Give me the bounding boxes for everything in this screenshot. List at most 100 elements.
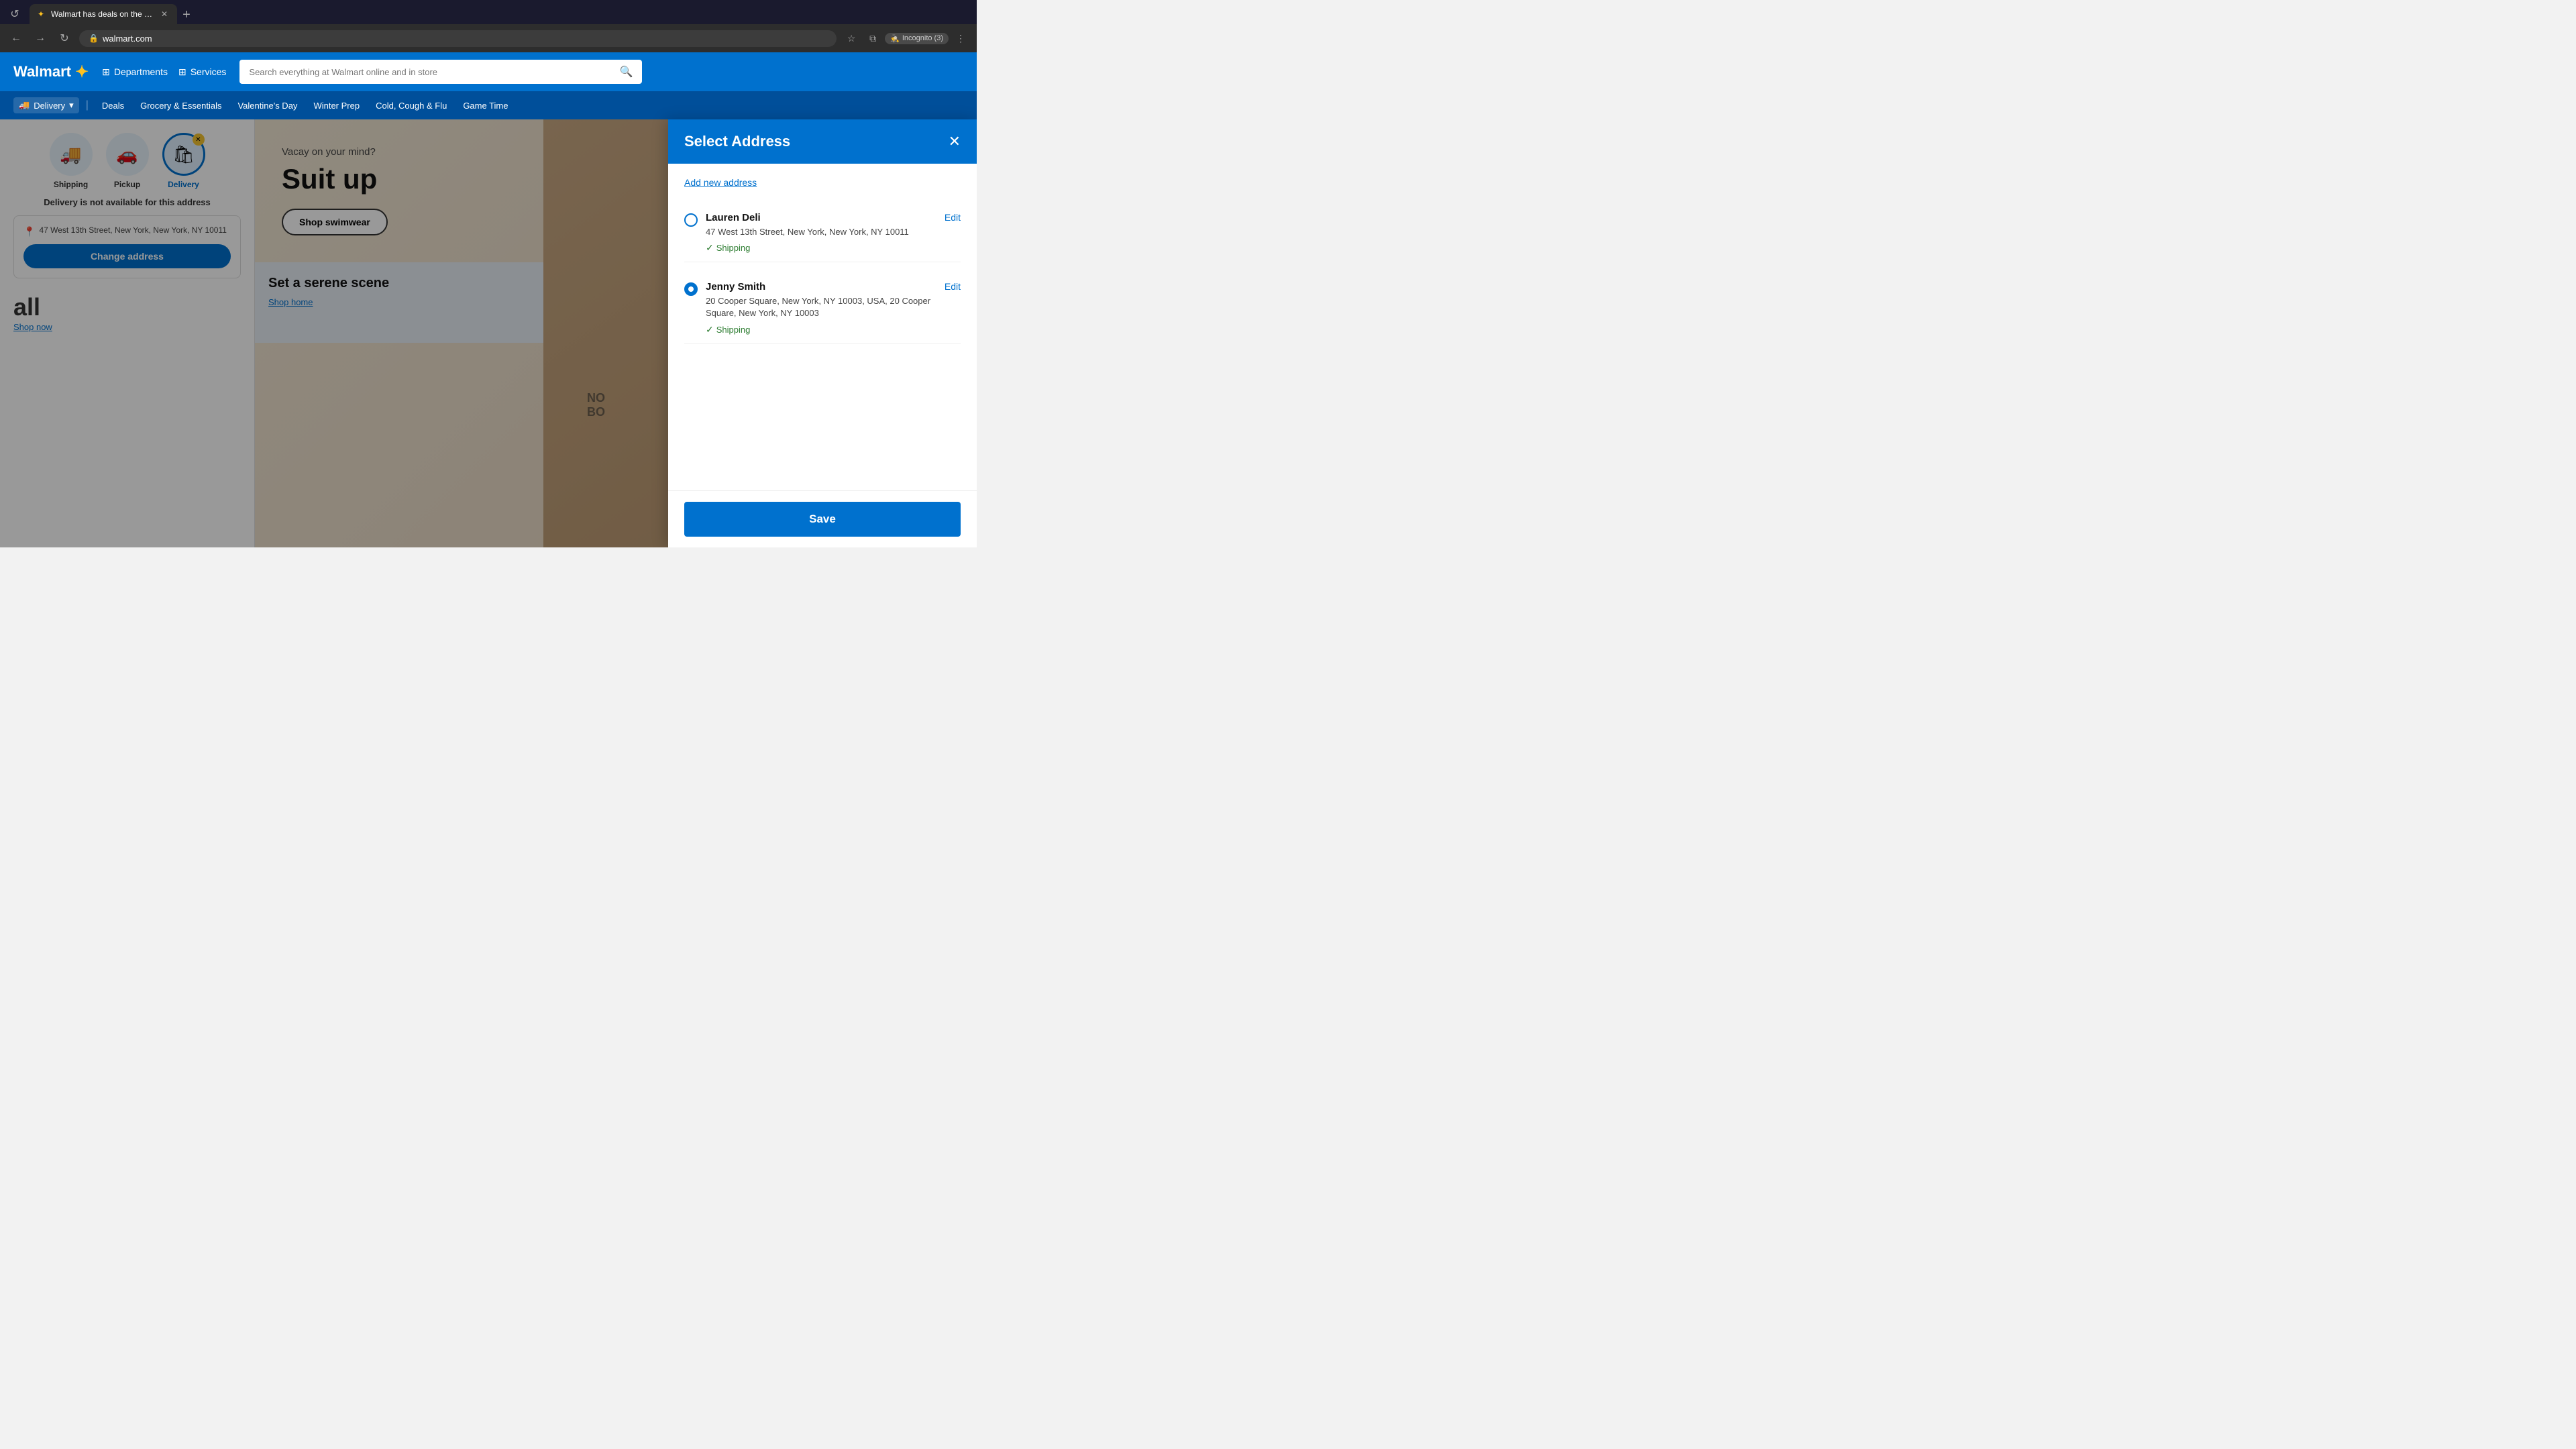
delivery-icons-row: 🚚 Shipping 🚗 Pickup 🛍 ✕ Delivery [50,133,205,189]
address-option-jenny: Jenny Smith 20 Cooper Square, New York, … [684,273,961,343]
walmart-nav: Walmart ✦ ⊞ Departments ⊞ Services 🔍 [0,52,977,119]
nobo-logo: NOBO [587,391,605,419]
address-shipping-jenny: ✓ Shipping [706,324,936,335]
address-street-jenny: 20 Cooper Square, New York, NY 10003, US… [706,295,936,319]
cold-cough-link[interactable]: Cold, Cough & Flu [369,98,453,113]
shop-all-heading: all [13,293,241,321]
check-icon-jenny: ✓ [706,324,714,335]
pickup-car-icon: 🚗 [116,144,138,165]
walmart-spark-icon: ✦ [75,62,89,82]
search-bar[interactable]: 🔍 [239,60,642,84]
check-icon-lauren: ✓ [706,242,714,254]
walmart-header: Walmart ✦ ⊞ Departments ⊞ Services 🔍 [0,52,977,91]
nav-divider: | [86,99,89,111]
incognito-label: Incognito (3) [902,34,943,42]
walmart-wordmark: Walmart [13,63,71,80]
left-bottom-content: all Shop now [13,293,241,333]
add-new-address-link[interactable]: Add new address [684,177,961,188]
forward-btn[interactable]: → [31,29,50,48]
tab-close-btn[interactable]: ✕ [160,8,169,20]
edit-lauren-link[interactable]: Edit [945,212,961,223]
delivery-warning: Delivery is not available for this addre… [44,197,211,207]
tab-group: ✦ Walmart has deals on the most... ✕ + [30,4,196,24]
services-nav[interactable]: ⊞ Services [178,66,226,78]
radio-lauren[interactable] [684,213,698,227]
tab-title: Walmart has deals on the most... [51,9,156,19]
current-address: 47 West 13th Street, New York, New York,… [39,225,227,235]
lock-icon: 🔒 [89,34,99,43]
walmart-logo[interactable]: Walmart ✦ [13,62,89,82]
panel-body: Add new address Lauren Deli 47 West 13th… [668,164,977,490]
reload-btn[interactable]: ↻ [55,29,74,48]
tab-back-btn[interactable]: ↺ [5,5,24,23]
split-view-btn[interactable]: ⧉ [863,29,882,48]
shipping-label-jenny: Shipping [716,325,751,335]
delivery-truck-icon: 🚚 [19,100,30,111]
address-box: 📍 47 West 13th Street, New York, New Yor… [13,215,241,278]
departments-nav[interactable]: ⊞ Departments [102,66,168,78]
game-time-link[interactable]: Game Time [456,98,515,113]
shipping-option[interactable]: 🚚 Shipping [50,133,93,189]
radio-jenny[interactable] [684,282,698,296]
url-text: walmart.com [103,34,152,44]
services-label: Services [191,66,227,77]
shop-swimwear-btn[interactable]: Shop swimwear [282,209,388,235]
more-btn[interactable]: ⋮ [951,29,970,48]
valentines-link[interactable]: Valentine's Day [231,98,304,113]
browser-chrome: ↺ ✦ Walmart has deals on the most... ✕ +… [0,0,977,52]
pin-icon: 📍 [23,226,35,237]
search-icon: 🔍 [619,65,633,78]
panel-header: Select Address ✕ [668,119,977,164]
incognito-badge: 🕵 Incognito (3) [885,33,949,44]
delivery-option[interactable]: 🛍 ✕ Delivery [162,133,205,189]
grocery-link[interactable]: Grocery & Essentials [133,98,228,113]
pickup-option[interactable]: 🚗 Pickup [106,133,149,189]
address-name-jenny: Jenny Smith [706,281,936,292]
departments-label: Departments [114,66,168,77]
address-street-lauren: 47 West 13th Street, New York, New York,… [706,226,936,238]
shipping-icon-circle: 🚚 [50,133,93,176]
delivery-selector-label: Delivery [34,101,65,111]
sub-nav: 🚚 Delivery ▾ | Deals Grocery & Essential… [0,91,977,119]
shipping-label: Shipping [54,180,88,189]
shipping-label-lauren: Shipping [716,243,751,253]
tab-favicon: ✦ [38,9,47,19]
delivery-bag-icon: 🛍 [172,144,195,165]
delivery-options-panel: 🚚 Shipping 🚗 Pickup 🛍 ✕ Delivery [0,119,255,547]
address-info-jenny: Jenny Smith 20 Cooper Square, New York, … [706,281,936,335]
browser-actions: ☆ ⧉ 🕵 Incognito (3) ⋮ [842,29,970,48]
back-btn[interactable]: ← [7,29,25,48]
services-grid-icon: ⊞ [178,66,186,78]
change-address-btn[interactable]: Change address [23,244,231,268]
delivery-icon-circle: 🛍 ✕ [162,133,205,176]
chevron-down-icon: ▾ [69,100,74,111]
departments-grid-icon: ⊞ [102,66,110,78]
delivery-selector[interactable]: 🚚 Delivery ▾ [13,97,79,113]
delivery-label: Delivery [168,180,199,189]
header-nav: ⊞ Departments ⊞ Services [102,66,226,78]
incognito-icon: 🕵 [890,34,900,43]
edit-jenny-link[interactable]: Edit [945,281,961,292]
panel-close-btn[interactable]: ✕ [949,134,961,149]
search-input[interactable] [249,67,614,77]
save-btn[interactable]: Save [684,502,961,537]
shop-now-link[interactable]: Shop now [13,322,52,332]
new-tab-btn[interactable]: + [177,5,196,24]
tab-navigation: ↺ [5,5,24,23]
deals-link[interactable]: Deals [95,98,131,113]
winter-prep-link[interactable]: Winter Prep [307,98,366,113]
pickup-icon-circle: 🚗 [106,133,149,176]
active-tab[interactable]: ✦ Walmart has deals on the most... ✕ [30,4,177,24]
shop-home-link[interactable]: Shop home [268,297,313,307]
address-bar-row: ← → ↻ 🔒 walmart.com ☆ ⧉ 🕵 Incognito (3) … [0,24,977,52]
panel-footer: Save [668,490,977,547]
bookmark-btn[interactable]: ☆ [842,29,861,48]
content-area: 🚚 Shipping 🚗 Pickup 🛍 ✕ Delivery [0,119,977,547]
address-name-lauren: Lauren Deli [706,212,936,223]
address-bar[interactable]: 🔒 walmart.com [79,30,837,47]
address-option-lauren: Lauren Deli 47 West 13th Street, New Yor… [684,204,961,262]
page-content: Walmart ✦ ⊞ Departments ⊞ Services 🔍 [0,52,977,547]
shipping-truck-icon: 🚚 [60,144,81,165]
panel-title: Select Address [684,133,790,150]
address-shipping-lauren: ✓ Shipping [706,242,936,254]
